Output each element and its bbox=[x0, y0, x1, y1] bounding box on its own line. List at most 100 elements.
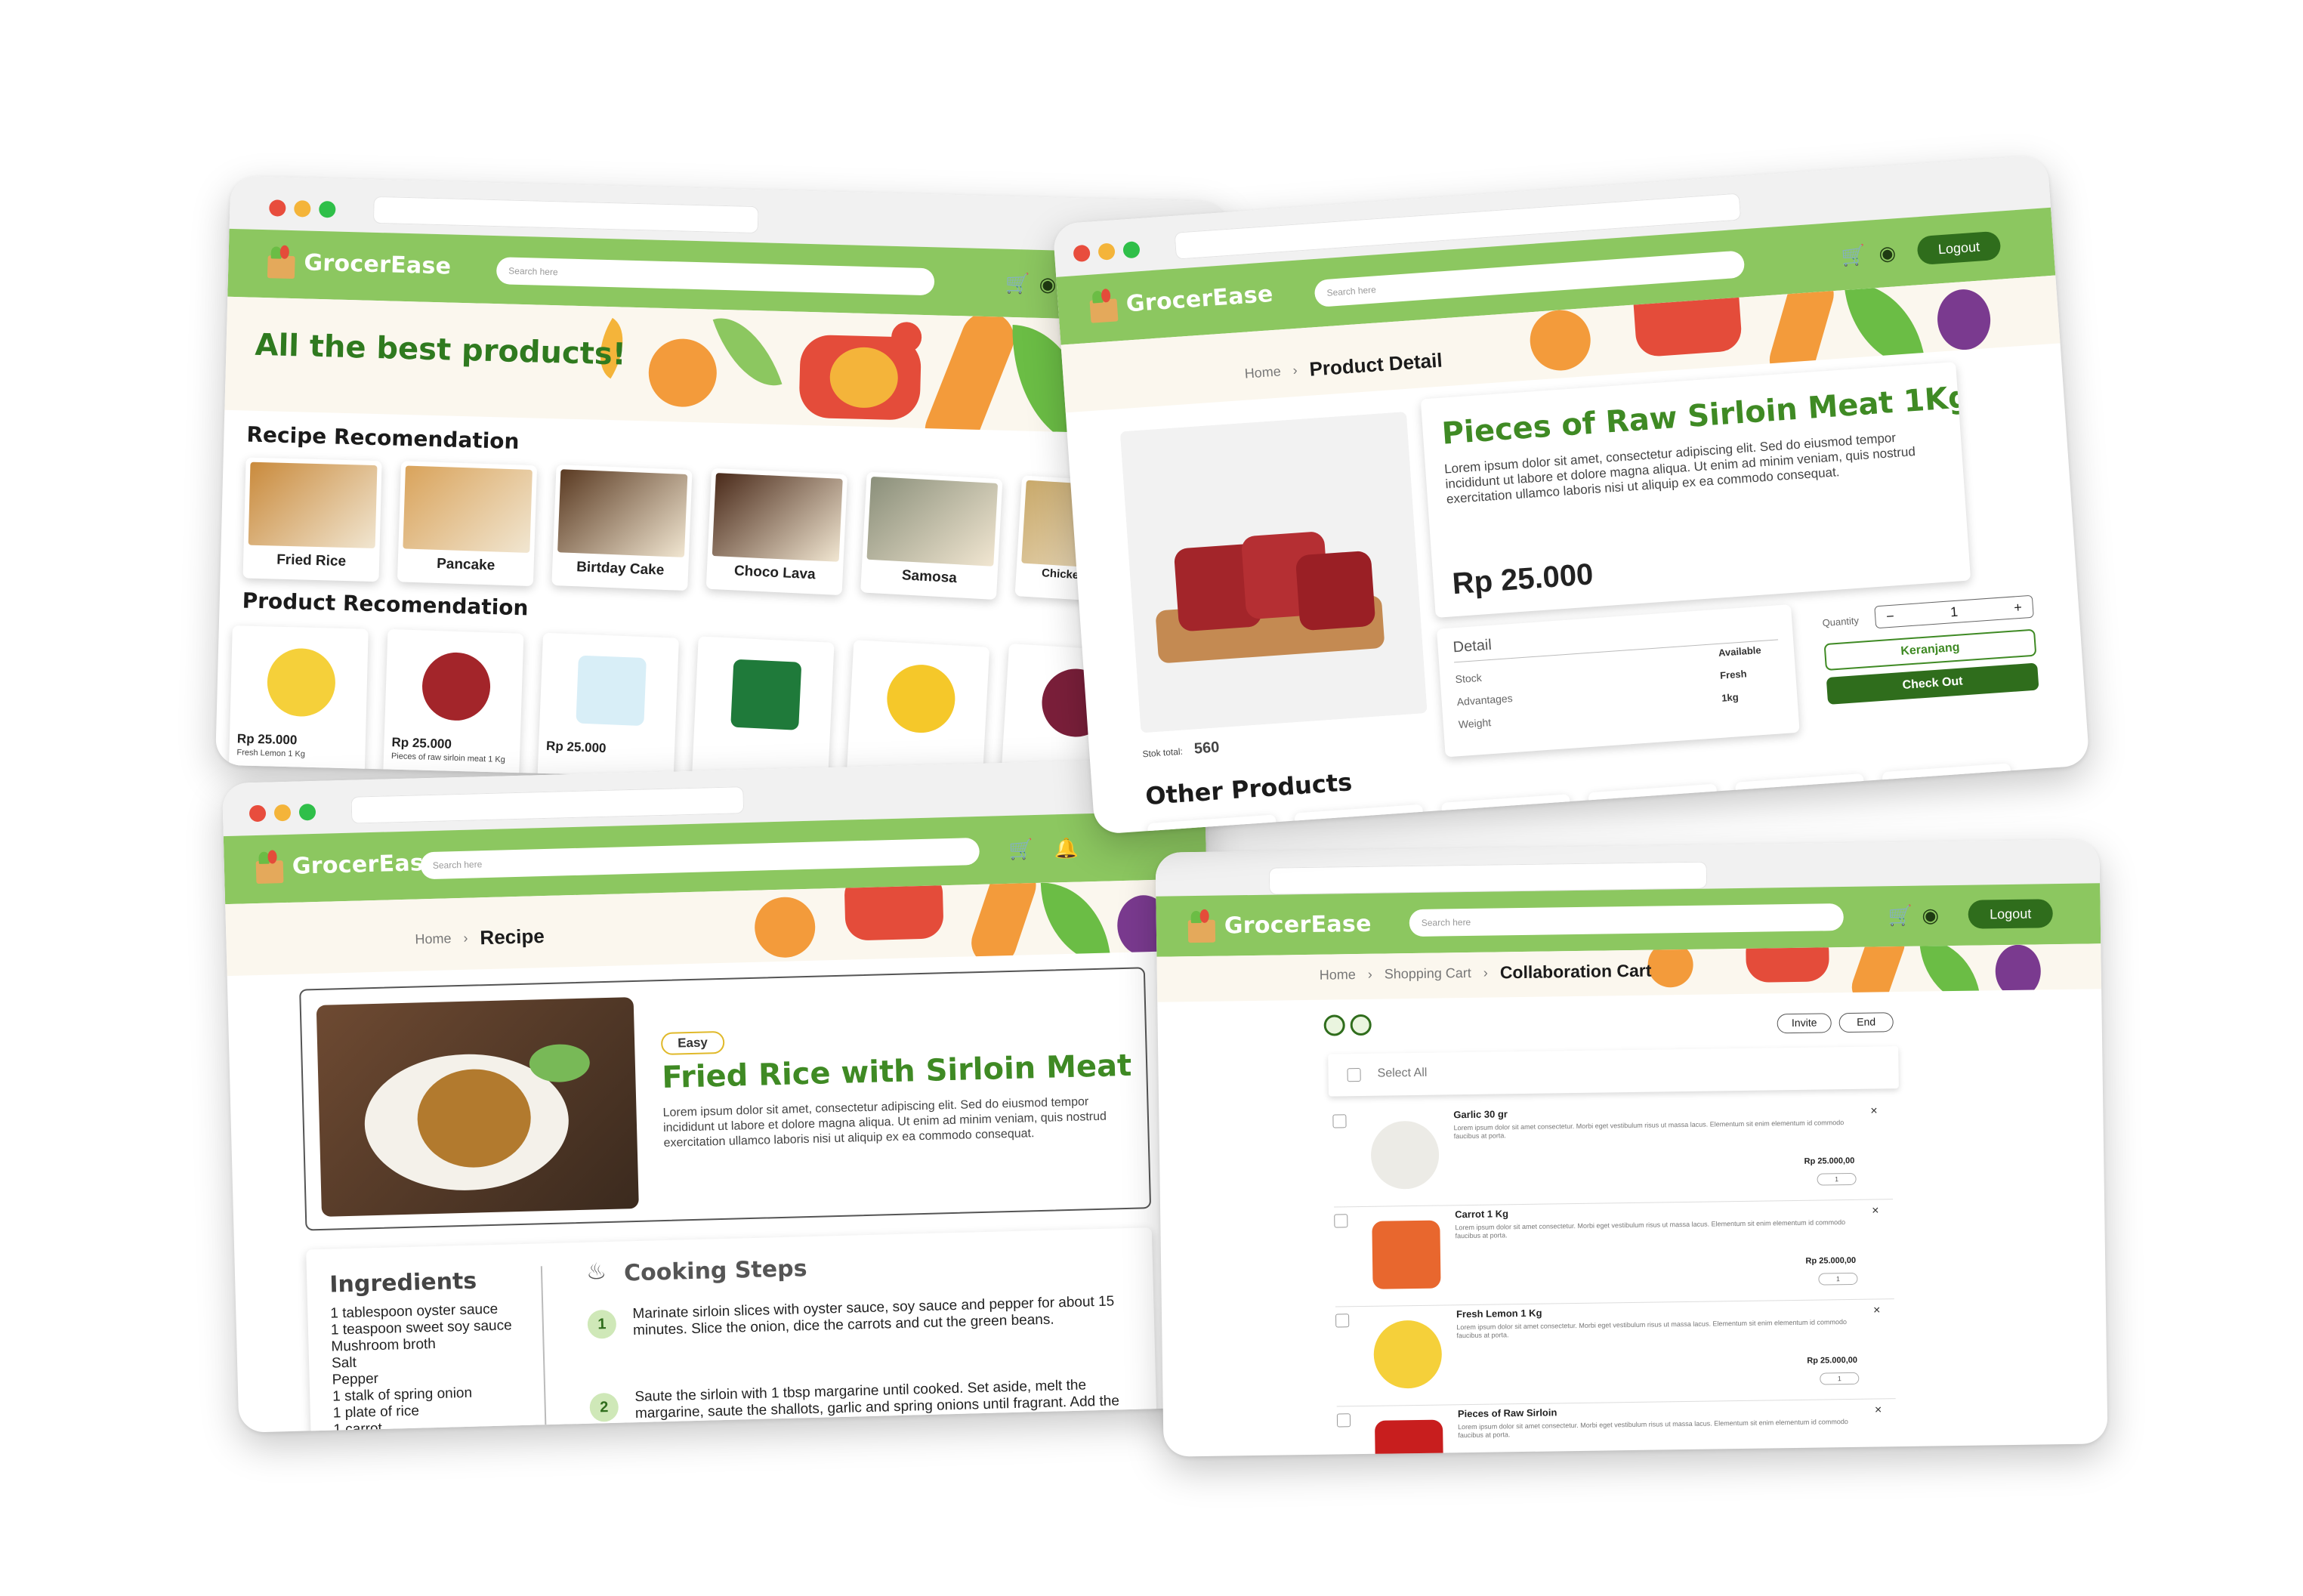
remove-icon[interactable]: × bbox=[1872, 1204, 1879, 1218]
invite-button[interactable]: Invite bbox=[1777, 1013, 1832, 1034]
collaborator-avatar[interactable] bbox=[1323, 1014, 1345, 1036]
recipe-card[interactable]: Choco Lava bbox=[705, 468, 848, 596]
minimize-dot[interactable] bbox=[1097, 242, 1116, 261]
remove-icon[interactable]: × bbox=[1875, 1403, 1882, 1417]
crumb-home[interactable]: Home bbox=[1244, 363, 1281, 381]
search-input[interactable]: Search here bbox=[1314, 250, 1746, 307]
recipe-card[interactable]: Birtday Cake bbox=[551, 465, 693, 591]
address-bar[interactable] bbox=[350, 786, 745, 824]
banner-title: All the best products! bbox=[254, 327, 627, 372]
remove-icon[interactable]: × bbox=[1870, 1104, 1878, 1118]
step-number: 2 bbox=[589, 1392, 619, 1422]
breadcrumb: Home › Product Detail bbox=[1244, 349, 1443, 386]
search-input[interactable]: Search here bbox=[495, 257, 935, 296]
crumb-shopping-cart[interactable]: Shopping Cart bbox=[1385, 965, 1471, 983]
other-product-card[interactable] bbox=[1588, 783, 1723, 835]
cart-icon[interactable]: 🛒 bbox=[1888, 903, 1912, 927]
recipe-label: Birtday Cake bbox=[576, 559, 665, 579]
remove-icon[interactable]: × bbox=[1873, 1304, 1881, 1317]
crumb-home[interactable]: Home bbox=[1320, 967, 1356, 983]
plus-button[interactable]: + bbox=[2014, 599, 2023, 616]
grocery-bag-icon bbox=[254, 850, 285, 884]
cart-icon[interactable]: 🛒 bbox=[1841, 243, 1866, 267]
item-qty[interactable]: 1 bbox=[1836, 1275, 1840, 1283]
recipe-image bbox=[712, 473, 843, 562]
recipe-window: GrocerEase Search here 🛒 🔔 Home › Recipe… bbox=[221, 758, 1221, 1433]
product-price: Rp 25.000 bbox=[545, 738, 607, 756]
recipe-label: Fried Rice bbox=[276, 551, 347, 570]
minimize-dot[interactable] bbox=[273, 804, 292, 822]
product-price: Rp 25.000 bbox=[391, 735, 452, 752]
cart-icon[interactable]: 🛒 bbox=[1005, 271, 1030, 295]
item-qty-stepper[interactable]: 1 bbox=[1817, 1172, 1857, 1186]
close-dot[interactable] bbox=[249, 804, 267, 823]
crumb-current: Product Detail bbox=[1308, 348, 1443, 381]
logo[interactable]: GrocerEase bbox=[1088, 277, 1274, 323]
cart-window: GrocerEase Search here 🛒 ◉ Logout Home ›… bbox=[1155, 839, 2108, 1457]
grocery-bag-icon bbox=[1088, 288, 1120, 323]
logout-button[interactable]: Logout bbox=[1968, 899, 2053, 929]
item-checkbox[interactable] bbox=[1332, 1114, 1347, 1128]
other-product-card[interactable] bbox=[1294, 804, 1429, 835]
steps-heading: Cooking Steps bbox=[623, 1255, 807, 1287]
close-dot[interactable] bbox=[1073, 244, 1091, 263]
item-qty[interactable]: 1 bbox=[1838, 1375, 1841, 1382]
recipe-card[interactable]: Fried Rice bbox=[242, 457, 382, 582]
quantity-value[interactable]: 1 bbox=[1950, 604, 1958, 620]
item-qty-stepper[interactable]: 1 bbox=[1818, 1272, 1858, 1286]
stock-value: 560 bbox=[1193, 739, 1221, 758]
recipe-image bbox=[557, 469, 688, 557]
chevron-right-icon: › bbox=[1483, 965, 1488, 980]
minus-button[interactable]: − bbox=[1886, 608, 1895, 625]
search-input[interactable]: Search here bbox=[420, 837, 980, 880]
cart-icon[interactable]: 🛒 bbox=[1008, 838, 1033, 861]
end-button[interactable]: End bbox=[1838, 1012, 1894, 1033]
product-card[interactable]: Rp 25.000 bbox=[537, 632, 680, 789]
logo[interactable]: GrocerEase bbox=[266, 245, 452, 282]
search-input[interactable]: Search here bbox=[1409, 903, 1845, 937]
address-bar[interactable] bbox=[372, 196, 759, 234]
maximize-dot[interactable] bbox=[319, 200, 336, 218]
breadcrumb: Home › Shopping Cart › Collaboration Car… bbox=[1320, 961, 1652, 986]
cart-item: Garlic 30 gr Lorem ipsum dolor sit amet c… bbox=[1332, 1103, 1893, 1208]
maximize-dot[interactable] bbox=[1122, 241, 1141, 259]
account-icon[interactable]: ◉ bbox=[1875, 241, 1900, 265]
checkout-button[interactable]: Check Out bbox=[1826, 662, 2039, 705]
product-card[interactable]: Rp 25.000 Pieces of raw sirloin meat 1 Kg bbox=[382, 628, 524, 785]
item-name: Fresh Lemon 1 Kg bbox=[1456, 1307, 1542, 1320]
close-dot[interactable] bbox=[269, 199, 286, 217]
crumb-home[interactable]: Home bbox=[415, 931, 452, 947]
cart-item: Pieces of Raw Sirloin Lorem ipsum dolor s… bbox=[1336, 1402, 1897, 1457]
item-price: Rp 25.000,00 bbox=[1805, 1255, 1857, 1266]
recipe-card[interactable]: Pancake bbox=[397, 461, 538, 587]
item-qty-stepper[interactable]: 1 bbox=[1820, 1372, 1860, 1385]
maximize-dot[interactable] bbox=[298, 803, 316, 821]
logo[interactable]: GrocerEase bbox=[1187, 907, 1372, 943]
select-all-checkbox[interactable] bbox=[1347, 1067, 1361, 1082]
item-description: Lorem ipsum dolor sit amet consectetur. … bbox=[1453, 1119, 1845, 1141]
recipe-label: Choco Lava bbox=[733, 563, 817, 583]
product-card[interactable]: Rp 25.000 Fresh Lemon 1 Kg bbox=[228, 625, 369, 780]
logout-button[interactable]: Logout bbox=[1916, 230, 2002, 266]
chevron-right-icon: › bbox=[463, 930, 468, 946]
item-checkbox[interactable] bbox=[1335, 1314, 1350, 1328]
logo[interactable]: GrocerEase bbox=[254, 846, 440, 884]
other-product-card[interactable] bbox=[1441, 794, 1576, 835]
recipe-image bbox=[248, 462, 378, 549]
item-image bbox=[1370, 1120, 1440, 1190]
item-checkbox[interactable] bbox=[1336, 1413, 1351, 1428]
other-product-card[interactable] bbox=[1882, 763, 2017, 835]
minimize-dot[interactable] bbox=[294, 200, 311, 218]
item-checkbox[interactable] bbox=[1334, 1214, 1348, 1228]
collaborator-avatar[interactable] bbox=[1350, 1014, 1372, 1036]
bell-icon[interactable]: 🔔 bbox=[1054, 836, 1079, 860]
detail-row-value: 1kg bbox=[1721, 691, 1740, 704]
product-name: Pieces of raw sirloin meat 1 Kg bbox=[391, 752, 506, 765]
detail-row-label: Stock bbox=[1455, 671, 1483, 686]
item-qty[interactable]: 1 bbox=[1835, 1175, 1838, 1183]
stock-label: Stok total: bbox=[1142, 746, 1184, 760]
recipe-card[interactable]: Samosa bbox=[860, 471, 1003, 600]
account-icon[interactable]: ◉ bbox=[1919, 903, 1942, 926]
quantity-stepper[interactable]: − 1 + bbox=[1874, 594, 2034, 629]
other-product-card[interactable] bbox=[1735, 773, 1870, 835]
